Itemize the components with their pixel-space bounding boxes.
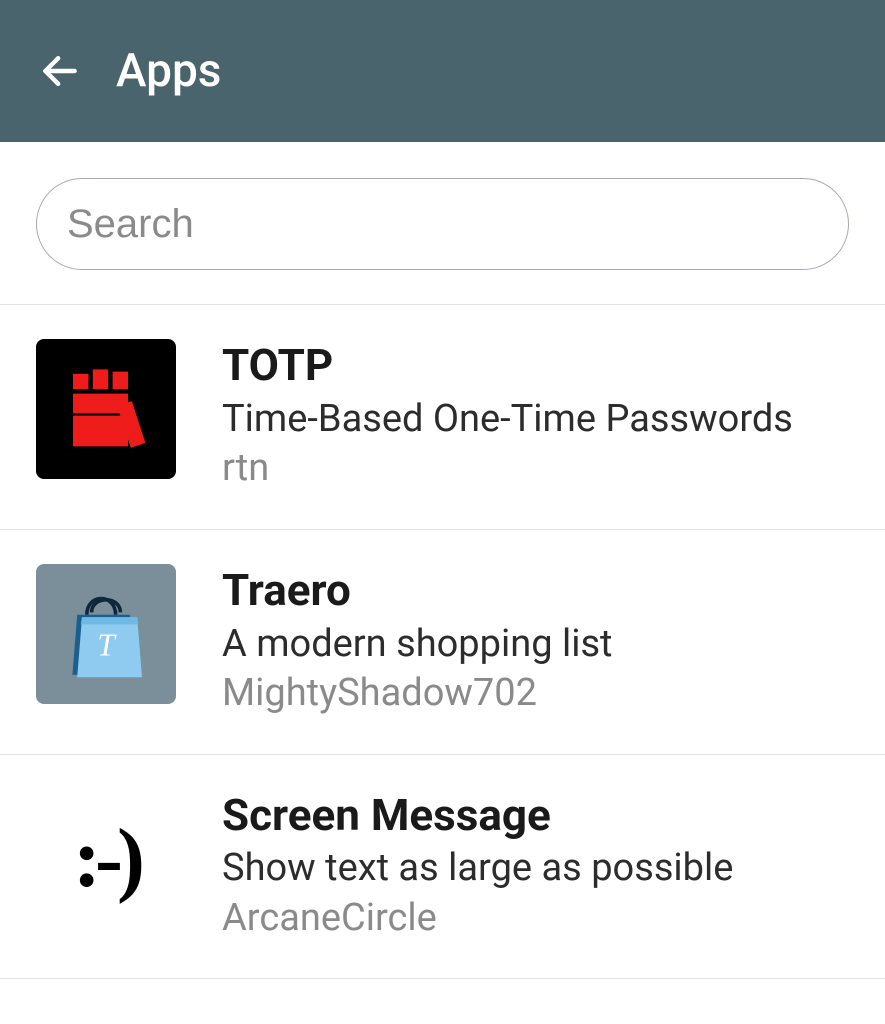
app-name: Traero: [222, 564, 849, 617]
app-item-screen-message[interactable]: :-) Screen Message Show text as large as…: [0, 755, 885, 980]
app-author: ArcaneCircle: [222, 895, 849, 943]
app-description: A modern shopping list: [222, 621, 849, 669]
app-name: Screen Message: [222, 789, 849, 842]
svg-text:T: T: [97, 627, 117, 662]
traero-bag-icon: T: [36, 564, 176, 704]
app-item-totp[interactable]: TOTP Time-Based One-Time Passwords rtn: [0, 305, 885, 530]
back-arrow-icon: [38, 49, 82, 93]
page-title: Apps: [116, 44, 222, 98]
app-name: TOTP: [222, 339, 849, 392]
app-item-traero[interactable]: T Traero A modern shopping list MightySh…: [0, 530, 885, 755]
app-text: TOTP Time-Based One-Time Passwords rtn: [222, 339, 849, 493]
smiley-glyph: :-): [73, 810, 139, 907]
totp-fist-icon: [36, 339, 176, 479]
app-description: Show text as large as possible: [222, 845, 849, 893]
screenmsg-smiley-icon: :-): [36, 789, 176, 929]
app-author: rtn: [222, 445, 849, 493]
app-header: Apps: [0, 0, 885, 142]
app-text: Traero A modern shopping list MightyShad…: [222, 564, 849, 718]
search-container: [0, 142, 885, 305]
app-text: Screen Message Show text as large as pos…: [222, 789, 849, 943]
back-button[interactable]: [32, 43, 88, 99]
search-input[interactable]: [36, 178, 849, 270]
app-list: TOTP Time-Based One-Time Passwords rtn T…: [0, 305, 885, 979]
app-author: MightyShadow702: [222, 670, 849, 718]
app-description: Time-Based One-Time Passwords: [222, 396, 849, 444]
